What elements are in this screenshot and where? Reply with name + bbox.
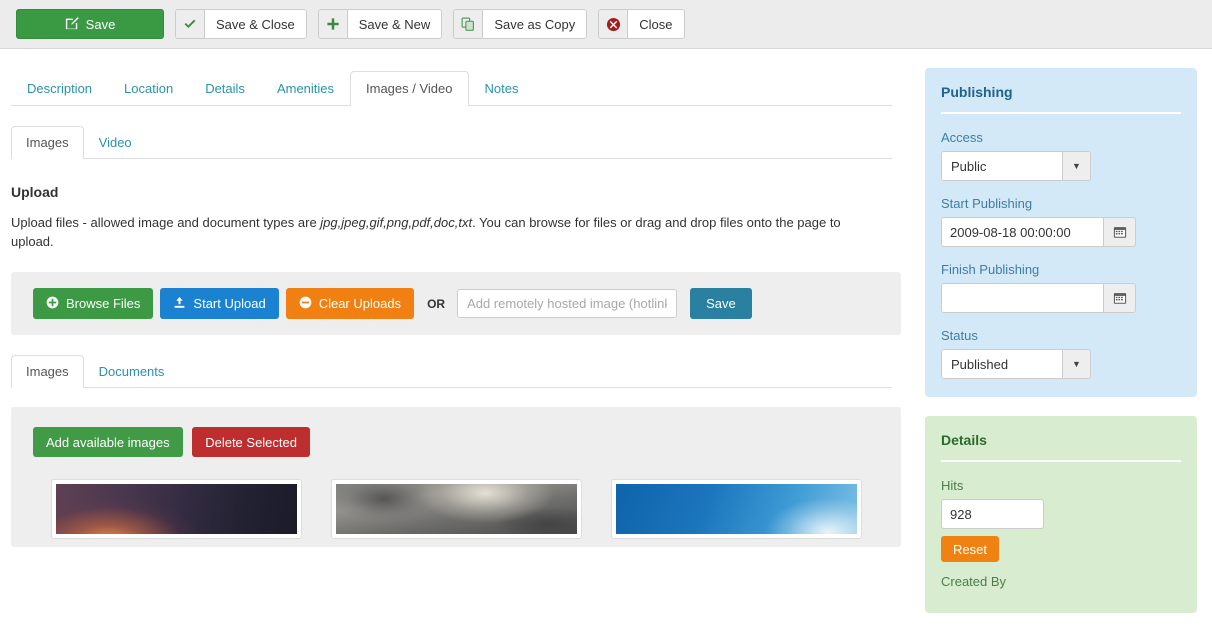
tab-images[interactable]: Images [11, 126, 84, 159]
tab-video[interactable]: Video [84, 126, 147, 159]
access-field: Public ▼ [941, 151, 1181, 181]
copy-icon [454, 10, 484, 38]
publishing-panel: Publishing Access Public ▼ Start Publish… [925, 68, 1197, 397]
access-select[interactable]: Public ▼ [941, 151, 1091, 181]
browse-files-label: Browse Files [66, 296, 141, 311]
finish-publishing-field [941, 283, 1181, 313]
tab-description[interactable]: Description [11, 71, 108, 106]
finish-publishing-input[interactable] [941, 283, 1104, 313]
chevron-down-icon: ▼ [1062, 152, 1090, 180]
save-as-copy-label: Save as Copy [483, 10, 587, 38]
storm-clouds-thumbnail-image [336, 484, 577, 534]
hits-input[interactable] [941, 499, 1044, 529]
sunset-thumbnail[interactable] [51, 479, 302, 539]
upload-action-bar: Browse Files Start Upload Clear Uploads … [11, 272, 901, 335]
editor-toolbar: Save Save & Close Save & New Save as Cop… [0, 0, 1212, 49]
primary-tab-bar: Description Location Details Amenities I… [11, 70, 892, 106]
tab-location[interactable]: Location [108, 71, 189, 106]
start-publishing-input[interactable] [941, 217, 1104, 247]
upload-arrow-icon [173, 296, 186, 312]
hotlink-input[interactable] [457, 289, 678, 318]
plus-circle-icon [46, 296, 59, 312]
status-field: Published ▼ [941, 349, 1181, 379]
plus-icon [318, 10, 348, 38]
save-and-new-button[interactable]: Save & New [317, 9, 443, 39]
minus-circle-icon [299, 296, 312, 312]
chevron-down-icon: ▼ [1062, 350, 1090, 378]
start-publishing-field [941, 217, 1181, 247]
hits-label: Hits [941, 478, 964, 493]
close-button[interactable]: Close [598, 9, 685, 39]
save-and-close-label: Save & Close [205, 10, 306, 38]
status-select[interactable]: Published ▼ [941, 349, 1091, 379]
save-button[interactable]: Save [16, 9, 164, 39]
gallery-panel: Add available images Delete Selected [11, 407, 901, 547]
tab-gallery-documents[interactable]: Documents [84, 355, 180, 388]
main-content: Description Location Details Amenities I… [0, 49, 912, 574]
start-publishing-label: Start Publishing [941, 196, 1033, 211]
close-circle-icon [599, 10, 629, 38]
upload-heading: Upload [11, 184, 59, 200]
upload-description: Upload files - allowed image and documen… [11, 213, 881, 251]
finish-publishing-calendar-icon[interactable] [1104, 283, 1136, 313]
add-available-images-button[interactable]: Add available images [33, 427, 183, 457]
publishing-divider [941, 112, 1181, 114]
tab-amenities[interactable]: Amenities [261, 71, 350, 106]
save-and-close-button[interactable]: Save & Close [175, 9, 307, 39]
details-panel-title: Details [941, 432, 987, 448]
save-pencil-icon [65, 16, 79, 33]
sidebar: Publishing Access Public ▼ Start Publish… [925, 68, 1197, 632]
tab-images-video[interactable]: Images / Video [350, 71, 469, 106]
reset-hits-button[interactable]: Reset [941, 536, 999, 562]
delete-selected-button[interactable]: Delete Selected [192, 427, 310, 457]
details-panel: Details Hits Reset Created By [925, 416, 1197, 613]
publishing-panel-title: Publishing [941, 84, 1013, 100]
details-divider [941, 460, 1181, 462]
storm-clouds-thumbnail[interactable] [331, 479, 582, 539]
save-button-label: Save [85, 16, 116, 32]
created-by-label: Created By [941, 574, 1007, 589]
secondary-tab-bar: Images Video [11, 124, 892, 159]
browse-files-button[interactable]: Browse Files [33, 288, 154, 319]
blue-sky-thumbnail-image [616, 484, 857, 534]
status-label: Status [941, 328, 978, 343]
check-icon [176, 10, 205, 38]
finish-publishing-label: Finish Publishing [941, 262, 1040, 277]
start-upload-button[interactable]: Start Upload [160, 288, 279, 319]
blue-sky-thumbnail[interactable] [611, 479, 862, 539]
close-button-label: Close [628, 10, 684, 38]
start-publishing-calendar-icon[interactable] [1104, 217, 1136, 247]
clear-uploads-label: Clear Uploads [318, 296, 402, 311]
upload-description-pre: Upload files - allowed image and documen… [11, 215, 321, 230]
gallery-tab-bar: Images Documents [11, 353, 892, 388]
access-label: Access [941, 130, 983, 145]
or-separator-label: OR [427, 296, 446, 311]
upload-allowed-types: jpg,jpeg,gif,png,pdf,doc,txt [320, 215, 473, 230]
save-as-copy-button[interactable]: Save as Copy [453, 9, 588, 39]
hotlink-save-button[interactable]: Save [690, 288, 752, 319]
thumbnail-row [33, 479, 901, 539]
tab-notes[interactable]: Notes [469, 71, 535, 106]
tab-gallery-images[interactable]: Images [11, 355, 84, 388]
sunset-thumbnail-image [56, 484, 297, 534]
start-upload-label: Start Upload [193, 296, 266, 311]
status-select-value: Published [942, 350, 1062, 378]
access-select-value: Public [942, 152, 1062, 180]
save-and-new-label: Save & New [347, 10, 442, 38]
clear-uploads-button[interactable]: Clear Uploads [285, 288, 415, 319]
tab-details[interactable]: Details [189, 71, 261, 106]
